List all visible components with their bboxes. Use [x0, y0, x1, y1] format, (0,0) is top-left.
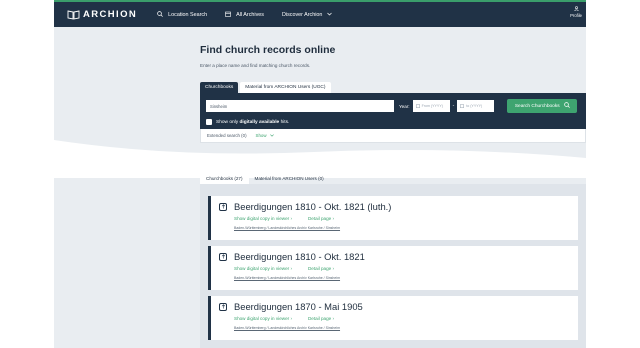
result-links: Show digital copy in viewer › Detail pag… — [234, 216, 578, 221]
extended-search-label: Extended search (0) — [207, 133, 247, 138]
nav-discover-archion[interactable]: Discover Archion — [281, 11, 333, 18]
profile-label: Profile — [570, 13, 582, 18]
result-header: Beerdigungen 1810 - Okt. 1821 — [219, 251, 578, 262]
chevron-right-icon: › — [290, 266, 292, 271]
result-title[interactable]: Beerdigungen 1810 - Okt. 1821 (luth.) — [234, 201, 391, 212]
extended-show-label: Show — [255, 133, 267, 138]
search-section: Find church records online Enter a place… — [200, 44, 586, 143]
archive-path-text: Baden-Württemberg / Landeskirchliches Ar… — [234, 226, 341, 230]
year-to-input[interactable]: to (YYYY) — [457, 100, 495, 112]
extended-search-toggle[interactable]: Show — [256, 133, 274, 138]
nav-discover-label: Discover Archion — [281, 11, 323, 18]
chevron-right-icon: › — [332, 316, 335, 321]
nav-all-archives[interactable]: All Archives — [225, 11, 264, 19]
tab-ugc-results[interactable]: Material from ARCHION Users (0) — [249, 172, 330, 184]
checkbox-text-bold: digitally available — [239, 119, 280, 125]
chevron-right-icon: › — [332, 216, 335, 221]
arrow-up-icon[interactable] — [219, 202, 227, 211]
right-margin — [586, 0, 640, 348]
page-title: Find church records online — [200, 44, 336, 56]
view-link-label: Show digital copy in viewer — [234, 266, 290, 271]
result-card: Beerdigungen 1870 - Mai 1905 Show digita… — [208, 296, 578, 340]
search-panel: Year: From (YYYY) - to (YYYY) Search Chu… — [200, 93, 586, 129]
detail-link-label: Detail page — [307, 266, 332, 271]
user-icon — [573, 6, 579, 12]
detail-page-link[interactable]: Detail page › — [308, 266, 334, 271]
search-tabs: Churchbooks Material from ARCHION Users … — [200, 82, 440, 93]
show-digital-copy-link[interactable]: Show digital copy in viewer › — [234, 266, 292, 271]
checkbox-text-prefix: Show only — [216, 119, 239, 125]
detail-link-label: Detail page — [307, 216, 332, 221]
arrow-up-icon[interactable] — [219, 302, 227, 311]
result-links: Show digital copy in viewer › Detail pag… — [234, 266, 578, 271]
result-title[interactable]: Beerdigungen 1870 - Mai 1905 — [234, 301, 363, 312]
chevron-down-icon — [327, 12, 333, 18]
extended-search-bar: Extended search (0) Show — [200, 129, 586, 143]
tab-churchbooks[interactable]: Churchbooks — [200, 82, 239, 93]
view-link-label: Show digital copy in viewer — [234, 316, 290, 321]
chevron-right-icon: › — [332, 266, 335, 271]
digital-only-row: Show only digitally available hits. — [206, 119, 580, 125]
detail-link-label: Detail page — [307, 316, 332, 321]
nav-all-archives-label: All Archives — [236, 11, 264, 18]
tab-churchbooks-results[interactable]: Churchbooks (27) — [200, 172, 249, 184]
result-title[interactable]: Beerdigungen 1810 - Okt. 1821 — [234, 251, 365, 262]
search-churchbooks-button[interactable]: Search Churchbooks — [507, 99, 578, 113]
tab-ugc-material[interactable]: Material from ARCHION Users (UGC) — [240, 82, 331, 93]
results-list: Beerdigungen 1810 - Okt. 1821 (luth.) Sh… — [200, 184, 586, 348]
year-label: Year: — [399, 103, 410, 109]
search-row: Year: From (YYYY) - to (YYYY) Search Chu… — [206, 99, 580, 113]
year-from-input[interactable]: From (YYYY) — [412, 100, 450, 112]
year-from-placeholder: From (YYYY) — [421, 104, 443, 108]
detail-page-link[interactable]: Detail page › — [308, 316, 334, 321]
result-card: Beerdigungen 1810 - Okt. 1821 (luth.) Sh… — [208, 196, 578, 240]
search-icon — [563, 102, 570, 110]
result-header: Beerdigungen 1810 - Okt. 1821 (luth.) — [219, 201, 578, 212]
results-tabs: Churchbooks (27) Material from ARCHION U… — [200, 172, 330, 184]
archive-path-text: Baden-Württemberg / Landeskirchliches Ar… — [234, 276, 341, 280]
chevron-right-icon: › — [290, 216, 292, 221]
main-nav: Location Search All Archives Discover Ar… — [157, 10, 333, 19]
nav-location-search[interactable]: Location Search — [157, 10, 208, 19]
year-range-dash: - — [452, 103, 455, 109]
chevron-down-icon — [269, 134, 274, 137]
calendar-icon — [415, 103, 420, 109]
detail-page-link[interactable]: Detail page › — [308, 216, 334, 221]
arrow-up-icon[interactable] — [219, 252, 227, 261]
result-links: Show digital copy in viewer › Detail pag… — [234, 316, 578, 321]
nav-location-search-label: Location Search — [168, 11, 208, 18]
place-search-input[interactable] — [206, 100, 394, 112]
checkbox-text-suffix: hits. — [280, 119, 290, 125]
archive-path-text: Baden-Württemberg / Landeskirchliches Ar… — [234, 326, 341, 330]
book-logo-icon — [67, 9, 80, 20]
view-link-label: Show digital copy in viewer — [234, 216, 290, 221]
result-card: Beerdigungen 1810 - Okt. 1821 Show digit… — [208, 246, 578, 290]
show-digital-copy-link[interactable]: Show digital copy in viewer › — [234, 216, 292, 221]
archive-box-icon — [225, 11, 231, 19]
search-button-label: Search Churchbooks — [514, 103, 560, 109]
digital-only-label: Show only digitally available hits. — [216, 120, 289, 125]
result-archive-path[interactable]: Baden-Württemberg / Landeskirchliches Ar… — [234, 326, 578, 330]
result-archive-path[interactable]: Baden-Württemberg / Landeskirchliches Ar… — [234, 226, 578, 230]
app-window: ARCHION Location Search All Archives Dis… — [54, 0, 586, 348]
logo-text: ARCHION — [83, 9, 138, 20]
digital-only-checkbox[interactable] — [206, 119, 212, 125]
top-navigation-bar: ARCHION Location Search All Archives Dis… — [54, 2, 586, 27]
result-archive-path[interactable]: Baden-Württemberg / Landeskirchliches Ar… — [234, 276, 578, 280]
page-subtitle: Enter a place name and find matching chu… — [200, 63, 311, 68]
left-margin — [0, 0, 54, 348]
profile-button[interactable]: Profile — [570, 6, 582, 18]
show-digital-copy-link[interactable]: Show digital copy in viewer › — [234, 316, 292, 321]
year-to-placeholder: to (YYYY) — [466, 104, 483, 108]
result-header: Beerdigungen 1870 - Mai 1905 — [219, 301, 578, 312]
archion-logo[interactable]: ARCHION — [67, 9, 137, 20]
search-icon — [157, 10, 163, 19]
calendar-icon — [460, 103, 465, 109]
chevron-right-icon: › — [290, 316, 292, 321]
